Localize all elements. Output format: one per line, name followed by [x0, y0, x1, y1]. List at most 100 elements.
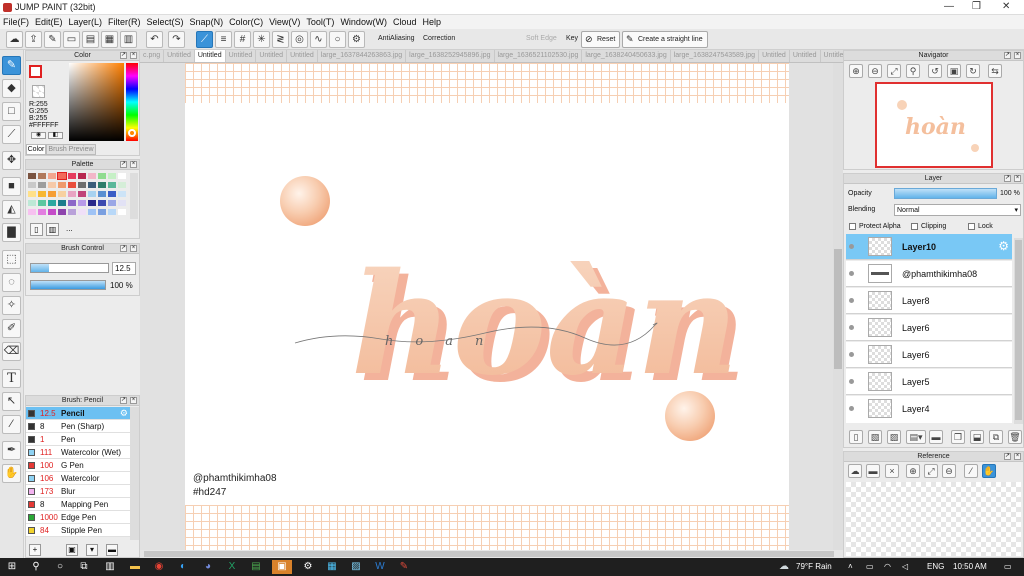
palette-swatch[interactable] — [118, 191, 126, 197]
paint-app-icon[interactable]: ✎ — [397, 560, 411, 574]
brush-item-g-pen[interactable]: 100 G Pen — [26, 459, 130, 472]
palette-swatch[interactable] — [88, 182, 96, 188]
settings-icon[interactable]: ⚙ — [301, 560, 315, 574]
palette-swatch[interactable] — [57, 172, 67, 180]
hand-tool[interactable]: ✋ — [2, 464, 21, 483]
straight-line-button[interactable]: ✎ Create a straight line — [622, 31, 708, 48]
palette-scrollbar[interactable] — [130, 173, 138, 219]
brush-opacity-slider[interactable] — [30, 280, 106, 290]
document-tab[interactable]: Untitled — [226, 50, 257, 62]
weather-text[interactable]: 79°F Rain — [796, 562, 832, 571]
snap-cross-button[interactable]: # — [234, 31, 251, 48]
palette-swatch[interactable] — [48, 209, 56, 215]
copy-brush-button[interactable]: ▣ — [66, 544, 78, 556]
windows-start-icon[interactable]: ⊞ — [5, 560, 19, 574]
new-folder-button[interactable]: ▬ — [929, 430, 943, 444]
menu-color[interactable]: Color(C) — [226, 15, 266, 29]
document-tab[interactable]: c.png — [140, 50, 165, 62]
document-tab[interactable]: Untitled — [164, 50, 195, 62]
gradient-tool[interactable]: ▇ — [2, 223, 21, 242]
settings-button[interactable]: ▥ — [120, 31, 137, 48]
minimize-button[interactable]: — — [944, 1, 954, 12]
palette-swatch[interactable] — [108, 173, 116, 179]
clock-time[interactable]: 10:50 AM — [953, 562, 987, 571]
panel-close-icon[interactable]: × — [130, 245, 137, 252]
select-pen-tool[interactable]: ✐ — [2, 319, 21, 338]
menu-cloud[interactable]: Cloud — [390, 15, 420, 29]
palette-swatch[interactable] — [58, 200, 66, 206]
palette-swatch[interactable] — [78, 200, 86, 206]
document-tab[interactable]: Untitled — [790, 50, 821, 62]
menu-help[interactable]: Help — [419, 15, 444, 29]
palette-swatch[interactable] — [98, 182, 106, 188]
menu-filter[interactable]: Filter(R) — [105, 15, 144, 29]
palette-swatch[interactable] — [28, 182, 36, 188]
panel-popout-icon[interactable]: ↗ — [120, 52, 127, 59]
new-8bit-layer-button[interactable]: ▨ — [887, 430, 901, 444]
menu-tool[interactable]: Tool(T) — [303, 15, 337, 29]
palette-swatch[interactable] — [48, 182, 56, 188]
panel-close-icon[interactable]: × — [130, 52, 137, 59]
canvas-vertical-scrollbar[interactable] — [833, 63, 843, 550]
palette-swatch[interactable] — [108, 191, 116, 197]
menu-edit[interactable]: Edit(E) — [32, 15, 66, 29]
color-mode-button[interactable]: ◉ — [31, 132, 46, 139]
menu-layer[interactable]: Layer(L) — [66, 15, 106, 29]
palette-swatch[interactable] — [38, 209, 46, 215]
snap-parallel-button[interactable]: ≡ — [215, 31, 232, 48]
palette-swatch[interactable] — [108, 200, 116, 206]
palette-swatch[interactable] — [48, 200, 56, 206]
palette-swatch[interactable] — [88, 173, 96, 179]
visibility-dot-icon[interactable] — [849, 406, 854, 411]
select-eraser-tool[interactable]: ⌫ — [2, 342, 21, 361]
palette-swatch[interactable] — [108, 182, 116, 188]
layer-row-layer5[interactable]: Layer5 — [846, 369, 1012, 395]
palette-swatch[interactable] — [88, 209, 96, 215]
brush-folder-button[interactable]: ▬ — [106, 544, 118, 556]
comment-button[interactable]: ✎ — [44, 31, 61, 48]
add-brush-button[interactable]: + — [29, 544, 41, 556]
menu-snap[interactable]: Snap(N) — [187, 15, 227, 29]
flip-button[interactable]: ⇆ — [988, 64, 1002, 78]
menu-select[interactable]: Select(S) — [144, 15, 187, 29]
new-halftone-layer-button[interactable]: ▧ — [868, 430, 882, 444]
actual-size-button[interactable]: ⚲ — [906, 64, 920, 78]
layer-row-layer6[interactable]: Layer6 — [846, 315, 1012, 341]
volume-icon[interactable]: ◁ — [902, 562, 908, 571]
brush-item-pen-sharp[interactable]: 8 Pen (Sharp) — [26, 420, 130, 433]
palette-swatch[interactable] — [88, 200, 96, 206]
clipping-checkbox[interactable] — [911, 223, 918, 230]
layer-row-layer8[interactable]: Layer8 — [846, 288, 1012, 314]
layer-row-layer10[interactable]: Layer10 ⚙ — [846, 234, 1012, 260]
document-tab[interactable]: large_1638252945896.jpg — [406, 50, 495, 62]
layer-settings-button[interactable]: ⧉ — [989, 430, 1003, 444]
save-button[interactable]: ▤ — [82, 31, 99, 48]
palette-swatch[interactable] — [118, 173, 126, 179]
protect-alpha-checkbox[interactable] — [849, 223, 856, 230]
zoom-in-button[interactable]: ⊕ — [849, 64, 863, 78]
palette-swatch[interactable] — [28, 173, 36, 179]
palette-swatch[interactable] — [58, 209, 66, 215]
panel-popout-icon[interactable]: ↗ — [1004, 453, 1011, 460]
palette-swatch[interactable] — [118, 209, 126, 215]
palette-swatch[interactable] — [38, 173, 46, 179]
reset-rotation-button[interactable]: ▣ — [947, 64, 961, 78]
document-tab[interactable]: Untitled — [759, 50, 790, 62]
palette-swatch[interactable] — [68, 200, 76, 206]
delete-palette-button[interactable]: ▥ — [46, 223, 59, 236]
brush-item-edge-pen[interactable]: 1000 Edge Pen — [26, 511, 130, 524]
task-view-icon[interactable]: ⧉ — [77, 560, 91, 574]
palette-swatch[interactable] — [98, 209, 106, 215]
close-button[interactable]: ✕ — [1002, 1, 1010, 12]
move-tool[interactable]: ✥ — [2, 151, 21, 170]
palette-more[interactable]: ... — [66, 224, 73, 233]
network-icon[interactable]: ▭ — [866, 562, 874, 571]
palette-swatch[interactable] — [38, 200, 46, 206]
visibility-dot-icon[interactable] — [849, 244, 854, 249]
gear-icon[interactable]: ⚙ — [120, 408, 128, 419]
discord-icon[interactable]: ◕ — [201, 560, 215, 574]
snap-curve-button[interactable]: ∿ — [310, 31, 327, 48]
reference-hand-button[interactable]: ✋ — [982, 464, 996, 478]
primary-color-swatch[interactable] — [29, 65, 42, 78]
blending-select[interactable]: Normal ▾ — [894, 204, 1021, 216]
